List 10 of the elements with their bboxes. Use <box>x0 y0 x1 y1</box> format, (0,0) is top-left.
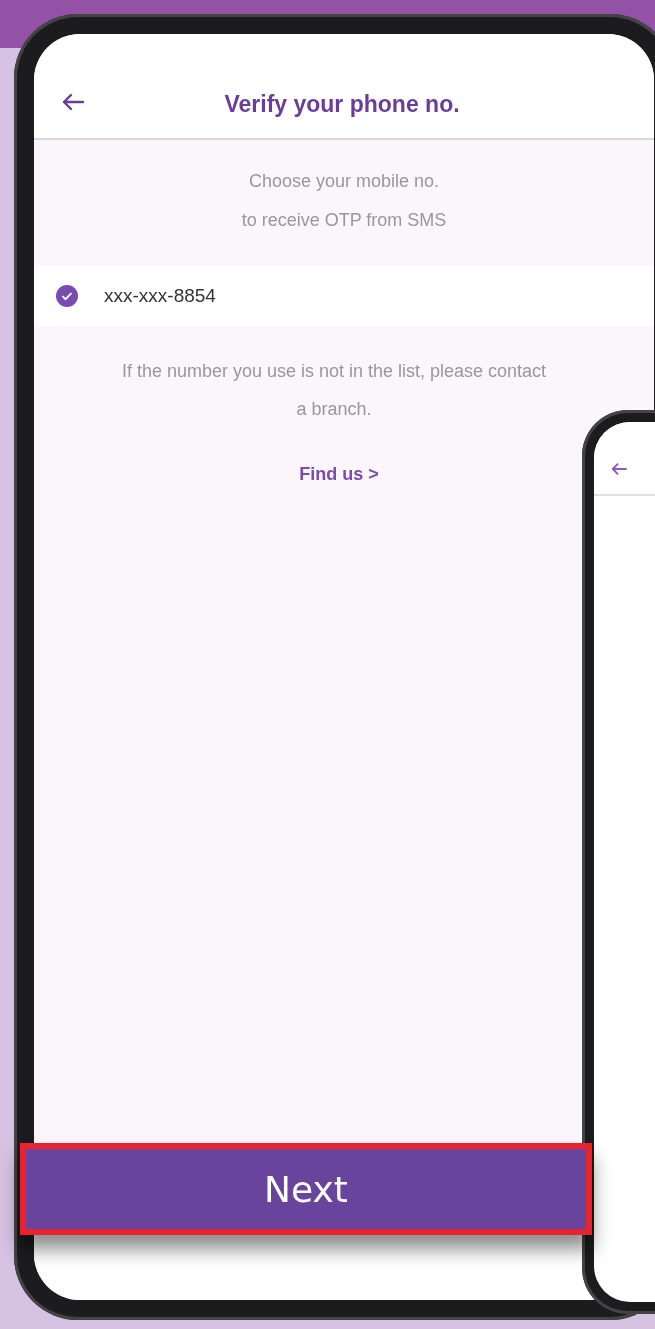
checked-circle-icon[interactable] <box>56 285 78 307</box>
instruction-text: Choose your mobile no. to receive OTP from SMS <box>240 170 448 232</box>
next-button[interactable]: Next <box>20 1143 592 1235</box>
help-text: If the number you use is not in the list, please contact a branch. <box>120 360 548 421</box>
phone-option[interactable]: xxx-xxx-8854 <box>34 266 654 326</box>
phone-number: xxx-xxx-8854 <box>104 285 216 307</box>
find-us-link[interactable]: Find us > <box>299 464 379 485</box>
back-arrow-icon <box>610 462 628 476</box>
screen-title: Verify your phone no. <box>224 91 460 118</box>
back-arrow-icon[interactable] <box>60 92 86 112</box>
